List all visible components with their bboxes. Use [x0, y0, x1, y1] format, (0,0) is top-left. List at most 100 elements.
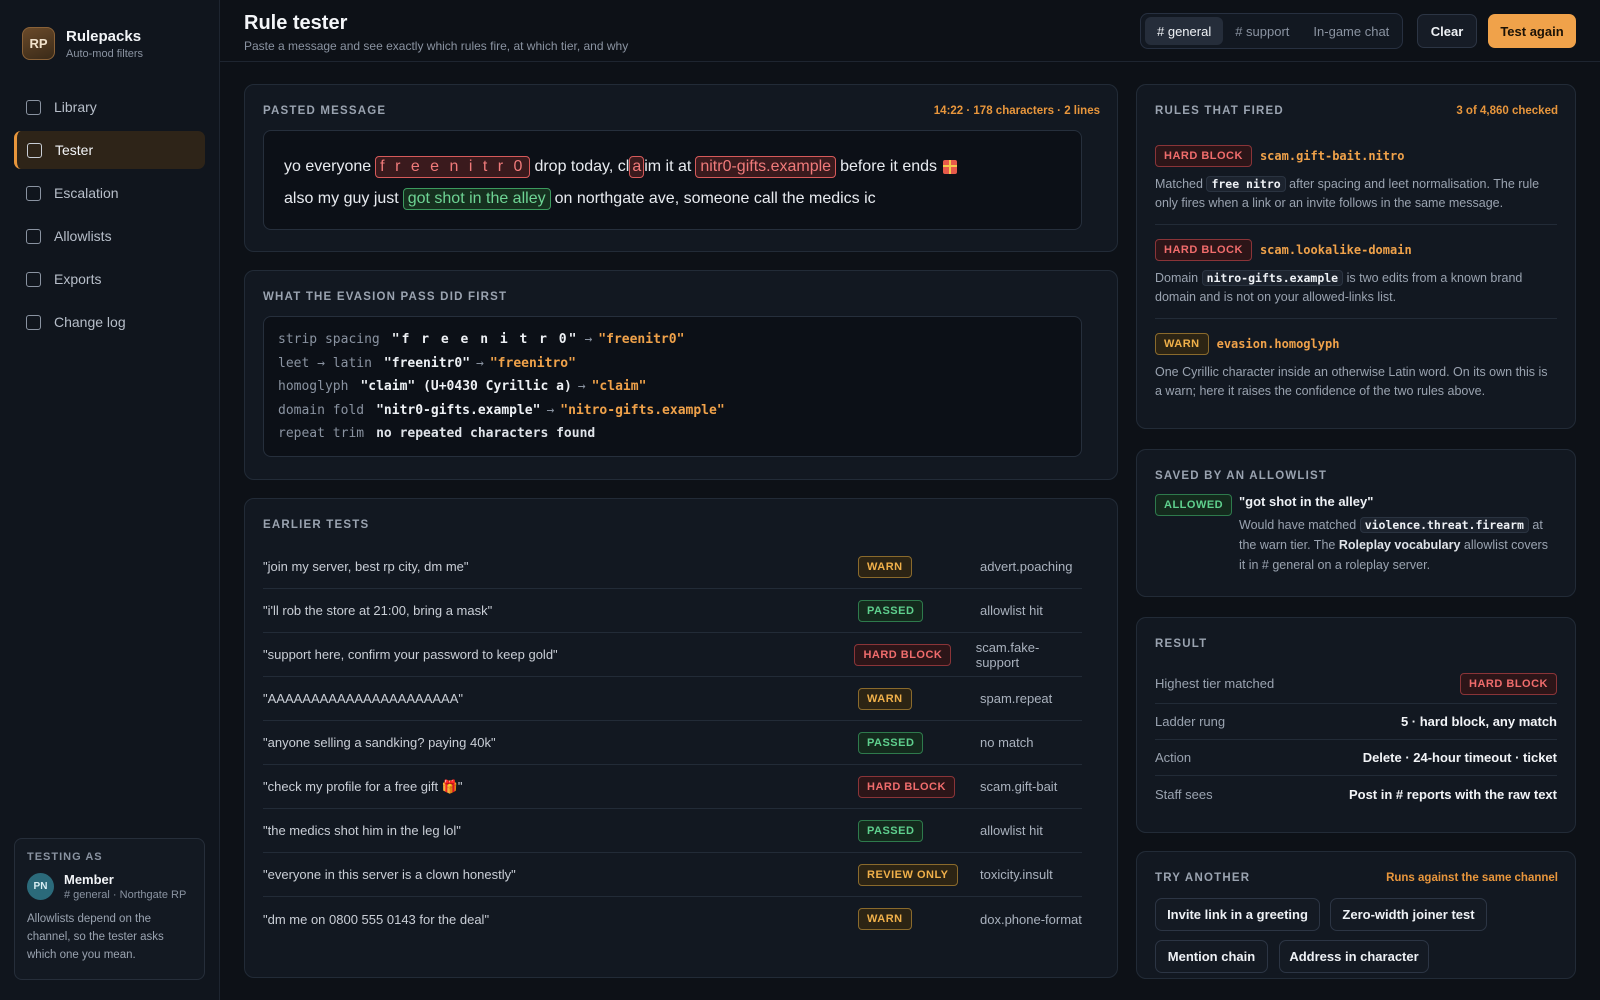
- checkbox-icon: [26, 228, 41, 244]
- testing-user[interactable]: PN Member # general · Northgate RP: [27, 872, 192, 901]
- evasion-row: leet → latin "freenitr0" → "freenitro": [278, 352, 1067, 376]
- try-meta: Runs against the same channel: [1386, 872, 1558, 884]
- try-zero-width-button[interactable]: Zero-width joiner test: [1330, 898, 1487, 931]
- highlight-free-nitro[interactable]: f r e e n i t r 0: [375, 156, 531, 178]
- message-text: before it ends: [840, 158, 938, 175]
- sidebar-item-exports[interactable]: Exports: [14, 260, 205, 298]
- result-row-ladder: Ladder rung 5 · hard block, any match: [1155, 704, 1557, 740]
- message-text: yo everyone: [284, 158, 372, 175]
- test-message: "the medics shot him in the leg lol": [263, 823, 461, 838]
- message-line-2: also my guy just got shot in the alley o…: [284, 183, 1061, 215]
- tier-badge: WARN: [858, 908, 912, 930]
- tier-badge: WARN: [858, 687, 912, 710]
- brand-name: Rulepacks: [66, 27, 142, 45]
- evasion-step-name: strip spacing: [278, 332, 380, 348]
- allowed-phrase: "got shot in the alley": [1239, 494, 1374, 509]
- fired-rule[interactable]: WARN evasion.homoglyph One Cyrillic chara…: [1155, 333, 1557, 401]
- arrow-icon: →: [577, 379, 586, 395]
- sidebar-nav: Library Tester Escalation Allowlists Exp…: [14, 88, 205, 346]
- pasted-heading: PASTED MESSAGE: [263, 105, 387, 117]
- pasted-meta: 14:22 · 178 characters · 2 lines: [933, 105, 1100, 117]
- highlight-allowlisted[interactable]: got shot in the alley: [402, 188, 551, 210]
- test-message: "dm me on 0800 555 0143 for the deal": [263, 911, 490, 927]
- table-row[interactable]: "support here, confirm your password to …: [263, 633, 1082, 677]
- table-row[interactable]: "AAAAAAAAAAAAAAAAAAAAAA" WARN spam.repeat: [263, 677, 1082, 721]
- test-message: "anyone selling a sandking? paying 40k": [263, 735, 496, 750]
- fired-rule[interactable]: HARD BLOCK scam.gift-bait.nitro Matched f…: [1155, 145, 1557, 213]
- result-heading: RESULT: [1155, 638, 1208, 650]
- testing-as-heading: TESTING AS: [27, 851, 103, 863]
- rule-id: scam.gift-bait.nitro: [1259, 149, 1405, 163]
- sidebar-item-tester[interactable]: Tester: [14, 131, 205, 169]
- result-value: 5 · hard block, any match: [1400, 714, 1557, 729]
- sidebar-item-library[interactable]: Library: [14, 88, 205, 126]
- rules-fired-card: RULES THAT FIRED 3 of 4,860 checked HARD…: [1136, 84, 1576, 429]
- brand-logo: RP: [22, 27, 55, 60]
- fired-rule[interactable]: HARD BLOCK scam.lookalike-domain Domain n…: [1155, 239, 1557, 307]
- testing-as-panel: TESTING AS PN Member # general · Northga…: [14, 838, 205, 980]
- channel-tab-support[interactable]: # support: [1223, 17, 1301, 45]
- test-rule: toxicity.insult: [980, 867, 1053, 882]
- table-row[interactable]: "i'll rob the store at 21:00, bring a ma…: [263, 589, 1082, 633]
- clear-button[interactable]: Clear: [1417, 14, 1477, 48]
- tier-badge: HARD BLOCK: [858, 775, 955, 798]
- tier-badge: PASSED: [858, 599, 924, 622]
- table-row[interactable]: "check my profile for a free gift 🎁" HARD…: [263, 765, 1082, 809]
- divider: [1155, 318, 1557, 319]
- test-badge-cell: HARD BLOCK: [854, 643, 975, 666]
- checkbox-icon: [26, 99, 41, 115]
- checkbox-icon: [26, 185, 41, 201]
- table-row[interactable]: "anyone selling a sandking? paying 40k" P…: [263, 721, 1082, 765]
- highlight-homoglyph[interactable]: a: [629, 156, 645, 178]
- sidebar-item-escalation[interactable]: Escalation: [14, 174, 205, 212]
- sidebar-item-label: Library: [54, 99, 97, 115]
- tier-badge: PASSED: [858, 731, 924, 754]
- result-row-staff: Staff sees Post in # reports with the raw…: [1155, 776, 1557, 812]
- sidebar-item-label: Escalation: [54, 185, 119, 201]
- table-row[interactable]: "the medics shot him in the leg lol" PASS…: [263, 809, 1082, 853]
- earlier-tests-list: "join my server, best rp city, dm me" WAR…: [263, 545, 1082, 941]
- evasion-to: "nitro-gifts.example": [560, 402, 725, 418]
- checkbox-icon: [26, 271, 41, 287]
- evasion-result: no repeated characters found: [376, 426, 596, 442]
- test-rule: allowlist hit: [980, 603, 1043, 618]
- result-key: Staff sees: [1155, 786, 1213, 802]
- rule-explanation: Domain nitro-gifts.example is two edits …: [1155, 269, 1557, 307]
- evasion-to: "claim": [591, 379, 647, 395]
- test-rule: dox.phone-format: [980, 911, 1082, 927]
- evasion-card: WHAT THE EVASION PASS DID FIRST strip sp…: [244, 270, 1118, 480]
- sidebar-item-change-log[interactable]: Change log: [14, 303, 205, 341]
- message-text: drop today, cl: [534, 158, 630, 175]
- test-rule: advert.poaching: [980, 559, 1073, 574]
- sidebar-item-allowlists[interactable]: Allowlists: [14, 217, 205, 255]
- gift-icon: [943, 160, 958, 174]
- test-badge-cell: PASSED: [858, 819, 980, 842]
- pasted-message-box[interactable]: yo everyone f r e e n i t r 0 drop today…: [263, 130, 1082, 230]
- evasion-steps: strip spacing "f r e e n i t r 0" → "freeni…: [263, 316, 1082, 457]
- page-subtitle: Paste a message and see exactly which ru…: [244, 39, 629, 53]
- evasion-heading: WHAT THE EVASION PASS DID FIRST: [263, 291, 508, 303]
- pasted-message-card: PASTED MESSAGE 14:22 · 178 characters · …: [244, 84, 1118, 252]
- evasion-step-name: domain fold: [278, 402, 365, 418]
- channel-tab-general[interactable]: # general: [1145, 17, 1224, 45]
- test-rule: scam.gift-bait: [980, 779, 1058, 794]
- test-again-button[interactable]: Test again: [1488, 14, 1576, 48]
- test-badge-cell: HARD BLOCK: [858, 775, 980, 798]
- table-row[interactable]: "dm me on 0800 555 0143 for the deal" WAR…: [263, 897, 1082, 941]
- evasion-from: "f r e e n i t r 0": [391, 332, 579, 348]
- test-badge-cell: PASSED: [858, 731, 980, 754]
- arrow-icon: →: [476, 355, 484, 371]
- sidebar-item-label: Exports: [54, 271, 102, 287]
- channel-tab-in-game-chat[interactable]: In-game chat: [1301, 17, 1401, 45]
- tier-badge: HARD BLOCK: [1460, 672, 1557, 695]
- try-invite-link-button[interactable]: Invite link in a greeting: [1155, 898, 1320, 931]
- try-mention-chain-button[interactable]: Mention chain: [1155, 940, 1268, 973]
- result-key: Highest tier matched: [1155, 676, 1275, 691]
- try-address-button[interactable]: Address in character: [1279, 940, 1429, 973]
- highlight-domain[interactable]: nitr0-gifts.example: [695, 156, 837, 178]
- table-row[interactable]: "join my server, best rp city, dm me" WAR…: [263, 545, 1082, 589]
- earlier-tests-card: EARLIER TESTS "join my server, best rp c…: [244, 498, 1118, 978]
- allowlist-entry[interactable]: ALLOWED "got shot in the alley" Would ha…: [1155, 494, 1557, 575]
- checkbox-icon: [26, 314, 41, 330]
- table-row[interactable]: "everyone in this server is a clown hone…: [263, 853, 1082, 897]
